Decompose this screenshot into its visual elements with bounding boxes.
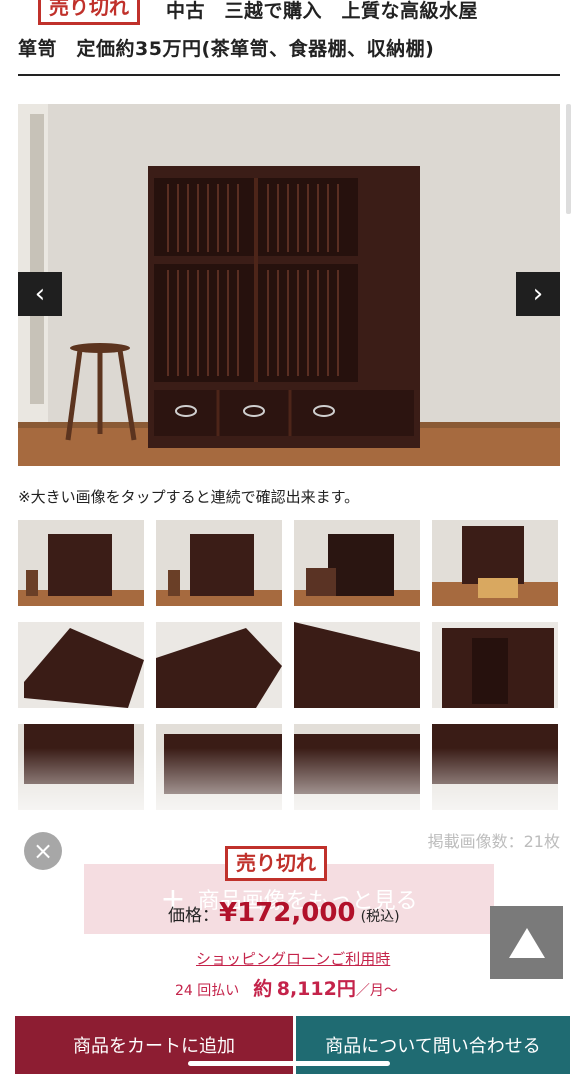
chevron-left-icon: ‹	[34, 279, 46, 309]
product-title-line-2: 箪笥 定価約35万円(茶箪笥、食器棚、収納棚)	[18, 38, 435, 60]
price-label: 価格：	[168, 906, 219, 926]
home-indicator	[188, 1061, 390, 1066]
image-count: 掲載画像数：21枚	[427, 832, 560, 851]
thumbnail-image[interactable]	[432, 622, 558, 708]
thumbnail-image[interactable]	[432, 520, 558, 606]
gallery-fade	[0, 748, 578, 828]
sold-out-badge-bottom: 売り切れ	[225, 846, 327, 881]
close-button[interactable]: ×	[24, 832, 62, 870]
scrollbar[interactable]	[566, 104, 571, 214]
thumbnail-image[interactable]	[294, 520, 420, 606]
price-tax-note: (税込)	[360, 909, 400, 925]
carousel-next-button[interactable]: ›	[516, 272, 560, 316]
price-row: 価格：¥172,000 (税込)	[168, 898, 400, 928]
scroll-to-top-button[interactable]	[490, 906, 563, 979]
close-icon: ×	[32, 837, 54, 865]
installment-amount: 8,112円	[276, 978, 356, 1000]
installment-suffix: ／月〜	[355, 983, 398, 999]
main-product-image[interactable]	[18, 104, 560, 466]
product-title-line-1: 中古 三越で購入 上質な高級水屋	[166, 0, 479, 22]
installment-prefix: 約	[253, 978, 273, 1000]
thumbnail-image[interactable]	[294, 622, 420, 708]
shopping-loan-link[interactable]: ショッピングローンご利用時	[196, 948, 390, 969]
installment-info: 24 回払い 約 8,112円／月〜	[175, 974, 398, 1001]
thumbnail-image[interactable]	[156, 622, 282, 708]
thumbnail-image[interactable]	[18, 622, 144, 708]
sold-out-badge: 売り切れ	[38, 0, 140, 25]
price-value: ¥172,000	[219, 898, 356, 928]
thumbnail-image[interactable]	[18, 520, 144, 606]
installment-count: 24 回払い	[175, 983, 240, 999]
product-title-area: 売り切れ 中古 三越で購入 上質な高級水屋 箪笥 定価約35万円(茶箪笥、食器棚…	[18, 0, 560, 76]
carousel-prev-button[interactable]: ‹	[18, 272, 62, 316]
thumbnail-image[interactable]	[156, 520, 282, 606]
chevron-right-icon: ›	[532, 279, 544, 309]
triangle-up-icon	[508, 927, 545, 958]
gallery-note: ※大きい画像をタップすると連続で確認出来ます。	[18, 488, 360, 506]
